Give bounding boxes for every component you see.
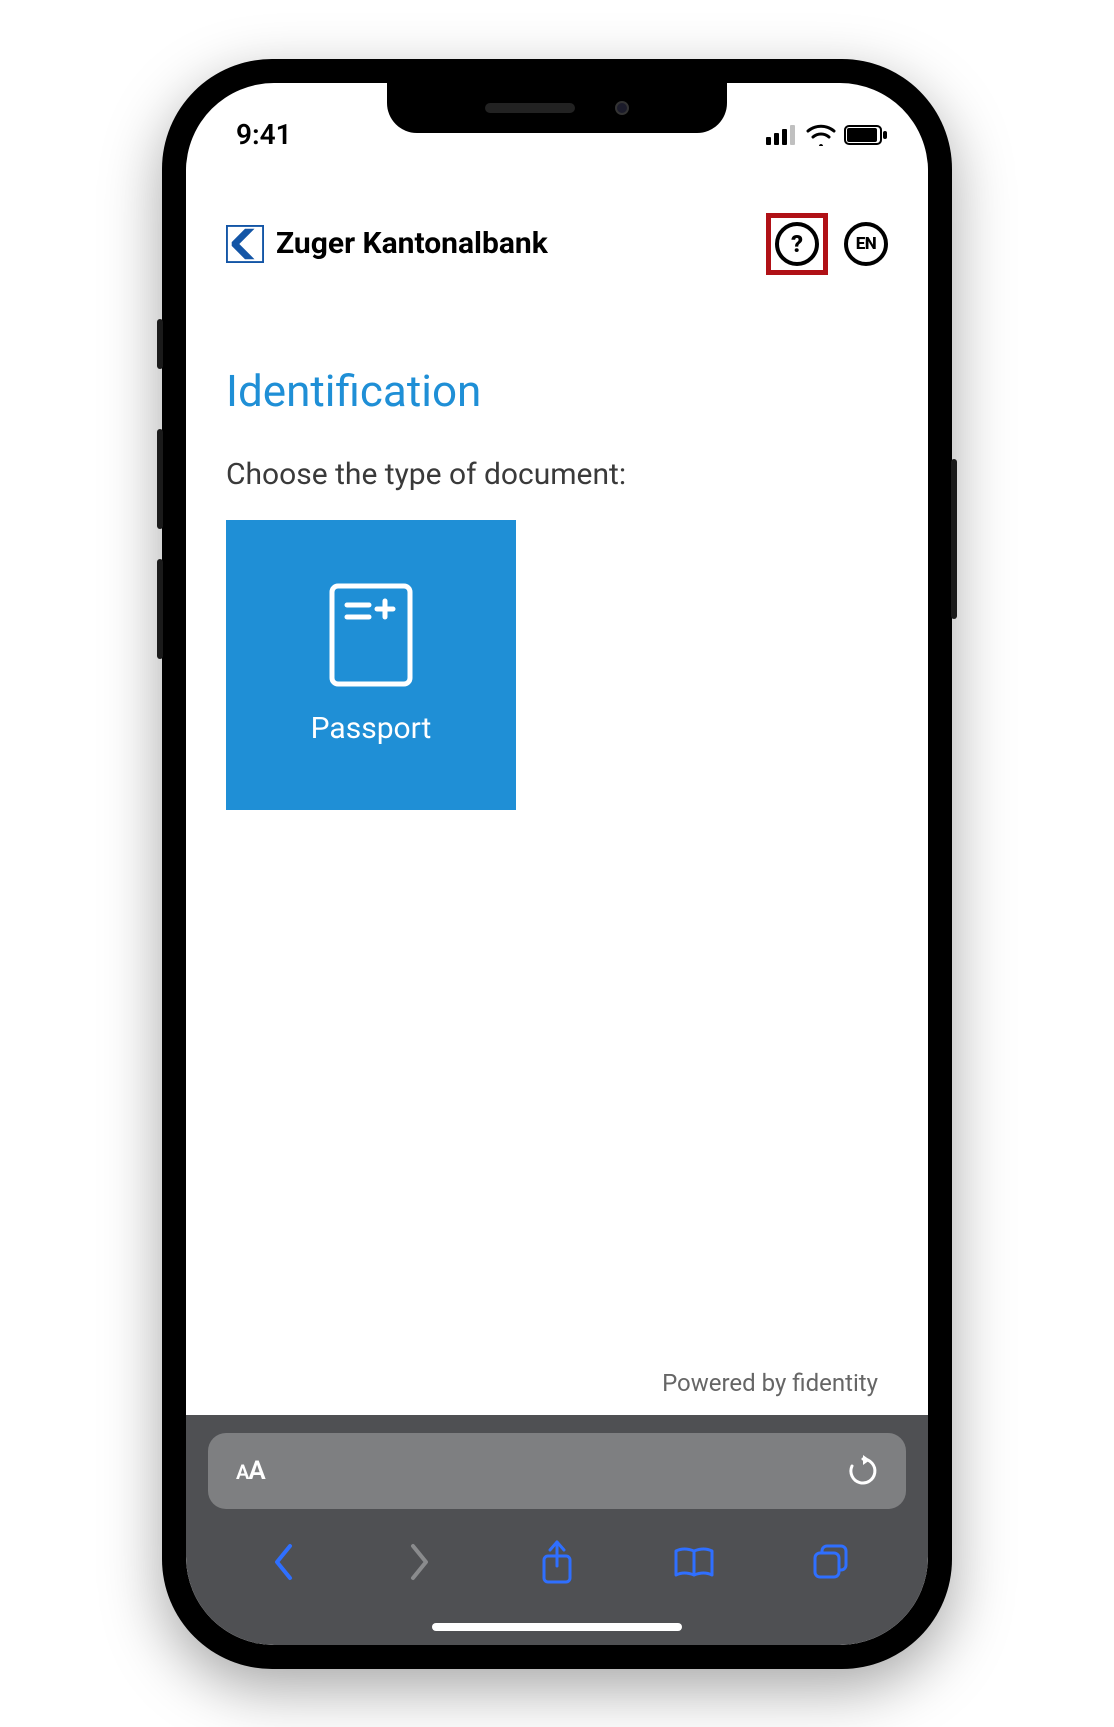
phone-button-silence (157, 319, 163, 369)
text-size-button[interactable]: AA (236, 1456, 265, 1486)
tile-label: Passport (311, 711, 432, 746)
share-icon (540, 1540, 574, 1584)
speaker (485, 103, 575, 113)
tile-passport[interactable]: Passport (226, 520, 516, 810)
home-indicator[interactable] (432, 1623, 682, 1631)
screen: 9:41 (186, 83, 928, 1645)
brand-name: Zuger Kantonalbank (276, 226, 548, 261)
brand-logo-icon (226, 225, 264, 263)
passport-icon (329, 583, 413, 687)
help-button[interactable]: ? (775, 222, 819, 266)
forward-button[interactable] (398, 1540, 442, 1584)
browser-toolbar (186, 1509, 928, 1599)
url-bar[interactable]: AA (208, 1433, 906, 1509)
tabs-button[interactable] (809, 1540, 853, 1584)
chevron-right-icon (409, 1543, 431, 1581)
document-type-tiles: Passport (226, 520, 888, 810)
status-time: 9:41 (236, 118, 292, 151)
phone-button-volume-up (157, 429, 163, 529)
phone-button-volume-down (157, 559, 163, 659)
subtitle: Choose the type of document: (226, 457, 888, 492)
front-camera (615, 101, 629, 115)
help-icon: ? (791, 230, 803, 258)
app-content: Zuger Kantonalbank ? EN Identificatio (186, 163, 928, 1415)
reload-icon[interactable] (848, 1455, 878, 1487)
language-button[interactable]: EN (844, 222, 888, 266)
book-icon (672, 1545, 716, 1579)
share-button[interactable] (535, 1540, 579, 1584)
language-label: EN (856, 234, 877, 254)
browser-chrome: AA (186, 1415, 928, 1645)
chevron-left-icon (272, 1543, 294, 1581)
tabs-icon (812, 1543, 850, 1581)
header-actions: ? EN (766, 213, 888, 275)
powered-by: Powered by fidentity (226, 1369, 888, 1415)
phone-inner: 9:41 (180, 77, 934, 1651)
page-title: Identification (226, 365, 888, 417)
status-right (766, 124, 888, 146)
notch (387, 83, 727, 133)
help-button-highlight: ? (766, 213, 828, 275)
brand: Zuger Kantonalbank (226, 225, 548, 263)
signal-icon (766, 125, 798, 145)
bookmarks-button[interactable] (672, 1540, 716, 1584)
app-header: Zuger Kantonalbank ? EN (226, 213, 888, 275)
phone-button-power (951, 459, 957, 619)
back-button[interactable] (261, 1540, 305, 1584)
battery-icon (844, 125, 888, 145)
wifi-icon (806, 124, 836, 146)
phone-frame: 9:41 (162, 59, 952, 1669)
